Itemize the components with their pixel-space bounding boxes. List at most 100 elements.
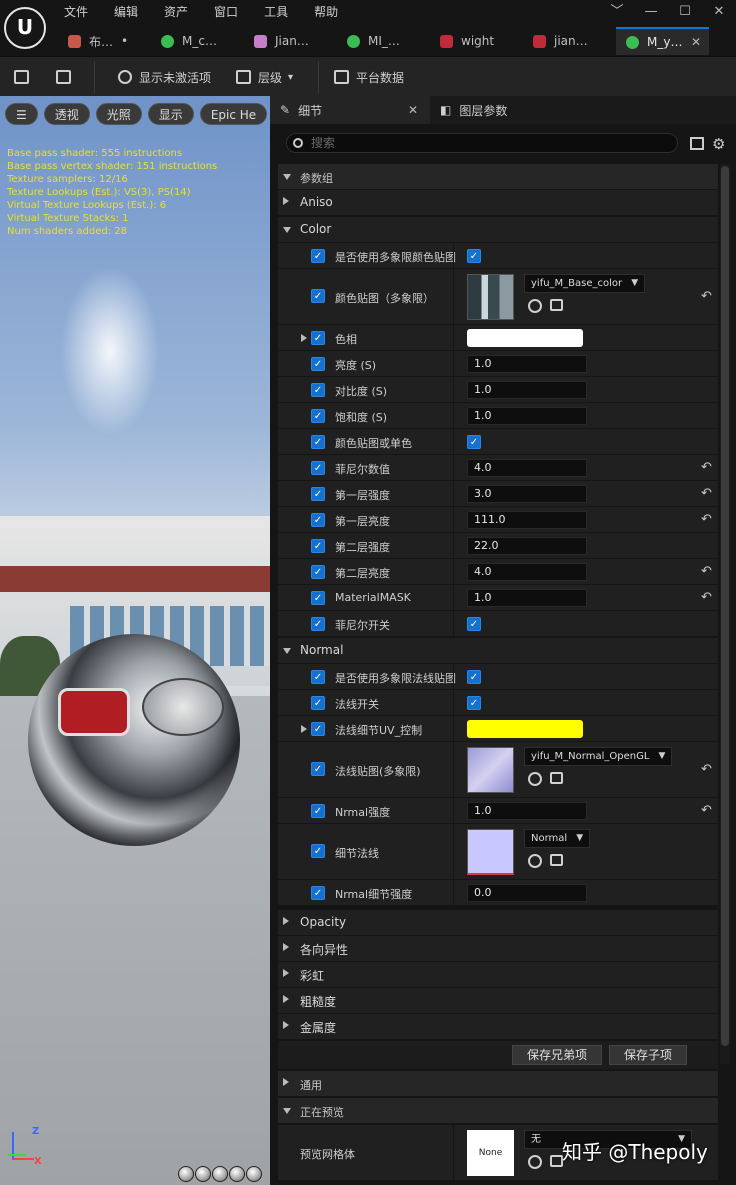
group-roughness[interactable]: 粗糙度 [278, 988, 718, 1014]
doc-tab[interactable]: 布… • [58, 27, 151, 55]
category-previewing[interactable]: 正在预览 [278, 1098, 718, 1124]
override-checkbox[interactable]: ✓ [311, 591, 325, 605]
category-param-group[interactable]: 参数组 [278, 164, 718, 190]
override-checkbox[interactable]: ✓ [311, 617, 325, 631]
doc-tab-active[interactable]: M_y… ✕ [616, 27, 709, 55]
cube-shape-icon[interactable] [229, 1166, 245, 1182]
override-checkbox[interactable]: ✓ [311, 487, 325, 501]
reset-icon[interactable]: ↶ [701, 460, 712, 475]
browse-asset-icon[interactable] [550, 854, 563, 866]
show-button[interactable]: 显示 [147, 103, 194, 125]
override-checkbox[interactable]: ✓ [311, 886, 325, 900]
plane-shape-icon[interactable] [212, 1166, 228, 1182]
save-button[interactable] [14, 67, 36, 87]
number-field[interactable]: 1.0 [467, 407, 587, 425]
override-checkbox[interactable]: ✓ [311, 696, 325, 710]
menu-asset[interactable]: 资产 [164, 3, 188, 21]
group-anisotropy[interactable]: 各向异性 [278, 936, 718, 962]
use-selected-icon[interactable] [528, 1155, 542, 1169]
override-checkbox[interactable]: ✓ [311, 409, 325, 423]
override-checkbox[interactable]: ✓ [311, 513, 325, 527]
value-checkbox[interactable]: ✓ [467, 249, 481, 263]
override-checkbox[interactable]: ✓ [311, 331, 325, 345]
table-view-icon[interactable] [690, 137, 704, 150]
use-selected-icon[interactable] [528, 772, 542, 786]
reset-icon[interactable]: ↶ [701, 762, 712, 777]
doc-tab[interactable]: wight [430, 27, 523, 55]
color-swatch[interactable] [467, 720, 583, 738]
override-checkbox[interactable]: ✓ [311, 357, 325, 371]
number-field[interactable]: 1.0 [467, 589, 587, 607]
value-checkbox[interactable]: ✓ [467, 435, 481, 449]
search-input[interactable]: 搜索 [286, 133, 678, 153]
sphere-shape-icon[interactable] [195, 1166, 211, 1182]
menu-help[interactable]: 帮助 [314, 3, 338, 21]
menu-window[interactable]: 窗口 [214, 3, 238, 21]
number-field[interactable]: 0.0 [467, 884, 587, 902]
group-normal[interactable]: Normal [278, 638, 718, 664]
number-field[interactable]: 22.0 [467, 537, 587, 555]
override-checkbox[interactable]: ✓ [311, 539, 325, 553]
unreal-logo-icon[interactable]: U [4, 7, 46, 49]
scrollbar[interactable] [720, 164, 730, 1064]
minimize-button[interactable]: — [634, 0, 668, 24]
override-checkbox[interactable]: ✓ [311, 804, 325, 818]
override-checkbox[interactable]: ✓ [311, 435, 325, 449]
color-swatch[interactable] [467, 329, 583, 347]
override-checkbox[interactable]: ✓ [311, 670, 325, 684]
reset-icon[interactable]: ↶ [701, 512, 712, 527]
mesh-thumbnail[interactable]: None [467, 1130, 514, 1176]
maximize-button[interactable]: ☐ [668, 0, 702, 24]
override-checkbox[interactable]: ✓ [311, 722, 325, 736]
texture-select[interactable]: yifu_M_Normal_OpenGL ▼ [524, 747, 673, 766]
group-metallic[interactable]: 金属度 [278, 1014, 718, 1040]
override-checkbox[interactable]: ✓ [311, 762, 325, 776]
texture-thumbnail[interactable] [467, 829, 514, 875]
value-checkbox[interactable]: ✓ [467, 670, 481, 684]
texture-thumbnail[interactable] [467, 274, 514, 320]
menu-tools[interactable]: 工具 [264, 3, 288, 21]
texture-select[interactable]: yifu_M_Base_color ▼ [524, 274, 646, 293]
number-field[interactable]: 4.0 [467, 563, 587, 581]
cylinder-shape-icon[interactable] [178, 1166, 194, 1182]
viewport-menu-button[interactable]: ☰ [5, 103, 38, 125]
browse-asset-icon[interactable] [550, 299, 563, 311]
close-window-button[interactable]: ✕ [702, 0, 736, 24]
platform-stats-button[interactable]: 平台数据 [334, 67, 404, 87]
hierarchy-button[interactable]: 层级 ▾ [236, 67, 293, 87]
texture-thumbnail[interactable] [467, 747, 514, 793]
doc-tab[interactable]: jian… [523, 27, 616, 55]
override-checkbox[interactable]: ✓ [311, 461, 325, 475]
dropdown-icon[interactable]: ﹀ [600, 0, 634, 24]
collapse-arrow-icon[interactable] [301, 334, 307, 342]
browse-asset-icon[interactable] [550, 772, 563, 784]
tab-details[interactable]: ✎ 细节 [270, 96, 430, 124]
lighting-button[interactable]: 光照 [95, 103, 142, 125]
save-sibling-button[interactable]: 保存兄弟项 [512, 1045, 603, 1065]
number-field[interactable]: 1.0 [467, 802, 587, 820]
doc-tab[interactable]: M_c… [151, 27, 244, 55]
teapot-shape-icon[interactable] [246, 1166, 262, 1182]
scrollbar-thumb[interactable] [721, 166, 729, 1046]
group-opacity[interactable]: Opacity [278, 910, 718, 936]
show-inactive-button[interactable]: 显示未激活项 [118, 67, 211, 87]
group-iridescence[interactable]: 彩虹 [278, 962, 718, 988]
use-selected-icon[interactable] [528, 299, 542, 313]
close-tab-icon[interactable]: ✕ [408, 103, 418, 117]
reset-icon[interactable]: ↶ [701, 486, 712, 501]
value-checkbox[interactable]: ✓ [467, 696, 481, 710]
collapse-arrow-icon[interactable] [301, 725, 307, 733]
menu-file[interactable]: 文件 [64, 3, 88, 21]
group-aniso[interactable]: Aniso [278, 190, 718, 216]
category-general[interactable]: 通用 [278, 1071, 718, 1097]
override-checkbox[interactable]: ✓ [311, 249, 325, 263]
number-field[interactable]: 1.0 [467, 381, 587, 399]
override-checkbox[interactable]: ✓ [311, 289, 325, 303]
reset-icon[interactable]: ↶ [701, 803, 712, 818]
browse-button[interactable] [56, 67, 78, 87]
reset-icon[interactable]: ↶ [701, 564, 712, 579]
reset-icon[interactable]: ↶ [701, 289, 712, 304]
close-tab-icon[interactable]: ✕ [691, 35, 701, 49]
value-checkbox[interactable]: ✓ [467, 617, 481, 631]
gear-icon[interactable]: ⚙ [712, 135, 725, 153]
